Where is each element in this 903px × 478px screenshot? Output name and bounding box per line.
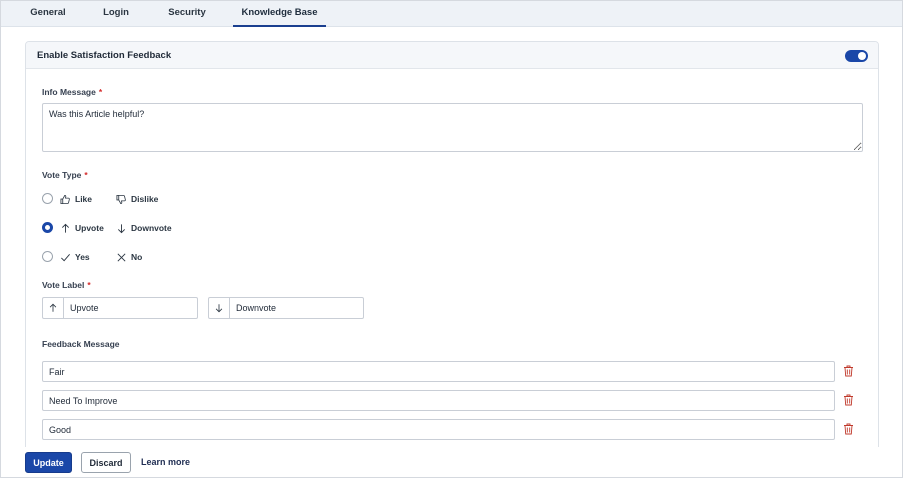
vote-type-radio-like[interactable] (42, 193, 53, 204)
vote-type-label-text: Vote Type (42, 170, 82, 180)
info-message-textarea[interactable]: Was this Article helpful? (42, 103, 863, 152)
arrow-down-icon (117, 223, 126, 233)
delete-feedback-3-icon[interactable] (843, 423, 854, 435)
feedback-message-input-2[interactable] (42, 390, 835, 411)
arrow-up-icon (49, 303, 57, 312)
info-message-label-text: Info Message (42, 87, 96, 97)
upvote-label-input[interactable] (65, 298, 195, 318)
feedback-message-label: Feedback Message (42, 339, 120, 349)
downvote-label-input[interactable] (231, 298, 361, 318)
arrow-down-icon (215, 304, 223, 313)
panel-header: Enable Satisfaction Feedback (26, 42, 878, 69)
satisfaction-feedback-panel: Enable Satisfaction Feedback Info Messag… (25, 41, 879, 451)
toggle-knob (858, 52, 866, 60)
no-label: No (131, 252, 143, 262)
vote-type-radio-upvote[interactable] (42, 222, 53, 233)
feedback-message-input-3[interactable] (42, 419, 835, 440)
vote-type-label: Vote Type * (42, 170, 88, 180)
tab-login[interactable]: Login (97, 1, 135, 27)
thumbs-up-icon (60, 194, 70, 204)
upvote-field-icon-box (43, 298, 64, 318)
check-icon (61, 253, 70, 261)
tab-security[interactable]: Security (161, 1, 213, 27)
downvote-label: Downvote (131, 223, 172, 233)
panel-title: Enable Satisfaction Feedback (37, 50, 172, 61)
info-message-label: Info Message * (42, 87, 102, 97)
vote-type-radio-yes[interactable] (42, 251, 53, 262)
downvote-option: Downvote (116, 221, 172, 235)
upvote-label: Upvote (75, 223, 104, 233)
enable-feedback-toggle[interactable] (845, 50, 868, 62)
feedback-message-input-1[interactable] (42, 361, 835, 382)
tab-general[interactable]: General (25, 1, 71, 27)
required-mark: * (84, 170, 88, 180)
like-option: Like (60, 192, 92, 206)
required-mark: * (98, 87, 103, 97)
downvote-field-icon-box (209, 298, 230, 318)
tab-knowledge-base[interactable]: Knowledge Base (233, 1, 326, 27)
arrow-up-icon (61, 223, 70, 233)
update-button[interactable]: Update (25, 452, 72, 473)
delete-feedback-2-icon[interactable] (843, 394, 854, 406)
discard-button[interactable]: Discard (81, 452, 131, 473)
tab-bar: General Login Security Knowledge Base (1, 1, 902, 27)
delete-feedback-1-icon[interactable] (843, 365, 854, 377)
learn-more-link[interactable]: Learn more (141, 457, 190, 467)
x-icon (117, 253, 126, 261)
vote-label-label: Vote Label * (42, 280, 91, 290)
upvote-label-field (42, 297, 198, 319)
footer-actions: Update Discard Learn more (1, 447, 902, 477)
vote-type-option-upvote: Upvote Downvote (42, 221, 242, 235)
downvote-label-field (208, 297, 364, 319)
no-option: No (116, 250, 142, 264)
vote-type-option-like: Like Dislike (42, 192, 242, 206)
upvote-option: Upvote (60, 221, 104, 235)
like-label: Like (75, 194, 93, 204)
dislike-label: Dislike (131, 194, 159, 204)
yes-option: Yes (60, 250, 90, 264)
thumbs-down-icon (116, 194, 126, 204)
vote-label-label-text: Vote Label (42, 280, 85, 290)
vote-type-option-yes: Yes No (42, 250, 242, 264)
yes-label: Yes (75, 252, 90, 262)
dislike-option: Dislike (116, 192, 158, 206)
required-mark: * (87, 280, 91, 290)
